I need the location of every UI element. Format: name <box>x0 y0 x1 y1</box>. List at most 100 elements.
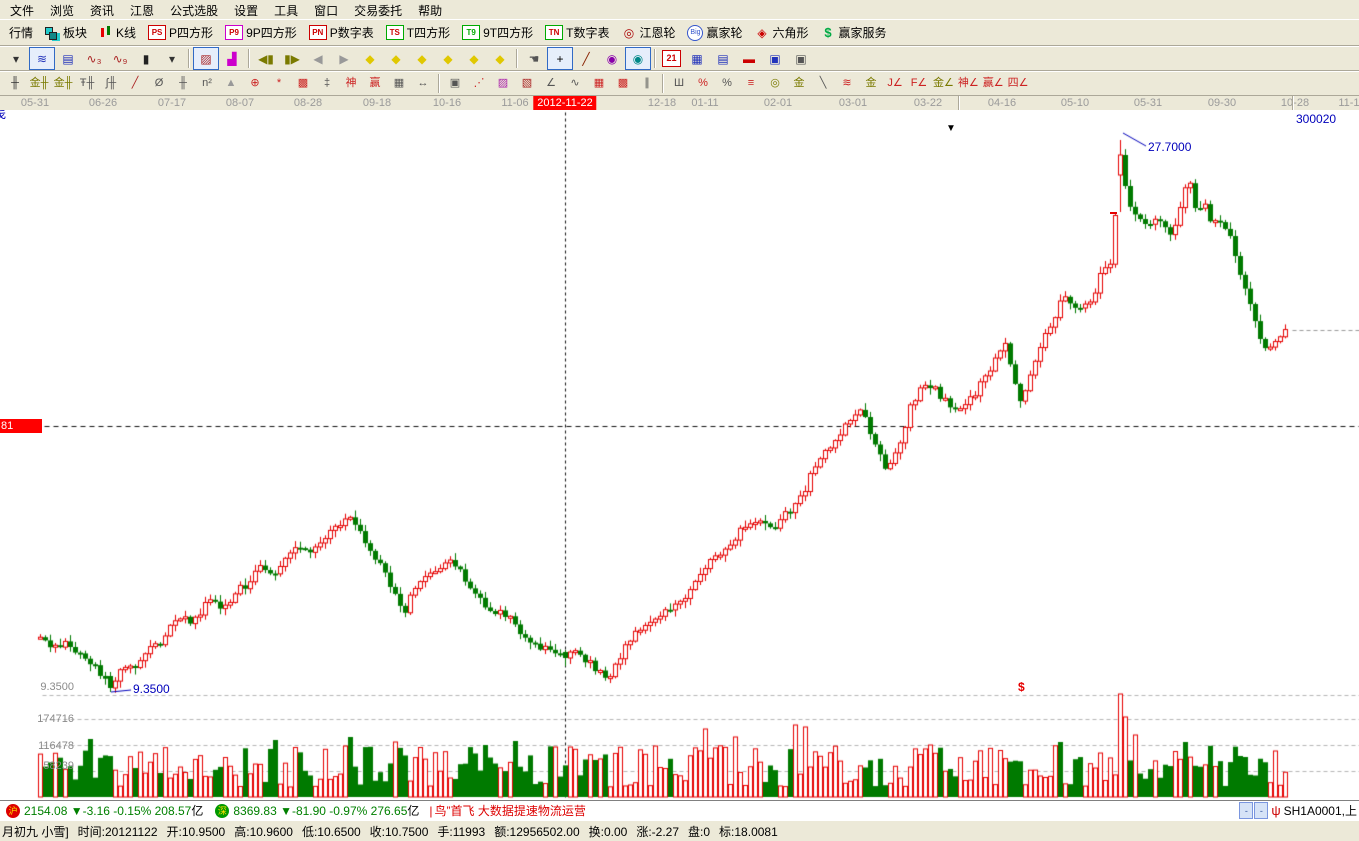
hatch-box-icon[interactable]: ▧ <box>515 72 539 95</box>
wave-3-icon[interactable]: ∿₃ <box>81 47 107 70</box>
calculator-icon[interactable]: ▦ <box>684 47 710 70</box>
square-net-icon[interactable]: ▩ <box>291 72 315 95</box>
percent-icon[interactable]: % <box>715 72 739 95</box>
prev-page-icon[interactable]: ◀ <box>305 47 331 70</box>
width-measure-icon[interactable]: ↔ <box>411 72 435 95</box>
net-box-icon[interactable]: ▩ <box>611 72 635 95</box>
gold-grid2-icon[interactable]: 金╫ <box>51 72 75 95</box>
spin-right-button[interactable]: - <box>1254 802 1268 819</box>
gold-angle2-icon[interactable]: 金∠ <box>931 72 956 95</box>
menu-formula-stockpick[interactable]: 公式选股 <box>162 1 226 20</box>
gann-grid-icon[interactable]: ╫ <box>3 72 27 95</box>
ruler-grid-icon[interactable]: ╫ <box>171 72 195 95</box>
menu-file[interactable]: 文件 <box>2 1 42 20</box>
angle-line-icon[interactable]: ∠ <box>539 72 563 95</box>
toolbar-item-winner-wheel[interactable]: Big 赢家轮 <box>682 22 747 43</box>
gold-angle-icon[interactable]: 金 <box>859 72 883 95</box>
first-page-icon[interactable]: ◀▮ <box>253 47 279 70</box>
j-angle-icon[interactable]: J∠ <box>883 72 907 95</box>
shaded-box-icon[interactable]: ▨ <box>491 72 515 95</box>
gann-flower-icon[interactable]: ◉ <box>599 47 625 70</box>
candle-type-dropdown-icon[interactable]: ▾ <box>159 47 185 70</box>
save-icon[interactable]: ▬ <box>736 47 762 70</box>
wave-band-icon[interactable]: ≋ <box>835 72 859 95</box>
gold-grid-icon[interactable]: 金╫ <box>27 72 51 95</box>
win-tool-icon[interactable]: 赢 <box>363 72 387 95</box>
low-price-annotation: 9.3500 <box>133 682 170 696</box>
candle-type-icon[interactable]: ▮ <box>133 47 159 70</box>
double-tick-icon[interactable]: ‡ <box>315 72 339 95</box>
volume-histogram-icon[interactable]: ▟ <box>219 47 245 70</box>
toolbar-item-9t-square[interactable]: T9 9T四方形 <box>457 22 538 43</box>
workstation-icon[interactable]: ▣ <box>788 47 814 70</box>
spiral-grid-icon[interactable]: ʃ╫ <box>99 72 123 95</box>
brush-icon[interactable]: ╱ <box>123 72 147 95</box>
star-ray-icon[interactable]: * <box>267 72 291 95</box>
levels-icon[interactable]: ≡ <box>739 72 763 95</box>
ray-fan-icon[interactable]: ⋰ <box>467 72 491 95</box>
menu-browse[interactable]: 浏览 <box>42 1 82 20</box>
toolbar-item-t-square[interactable]: TS T四方形 <box>381 22 455 43</box>
gann-diamond-h-icon[interactable]: ◆ <box>409 47 435 70</box>
date-tick-label: 10-28 <box>1281 97 1309 109</box>
next-page-icon[interactable]: ▶ <box>331 47 357 70</box>
menu-trade-order[interactable]: 交易委托 <box>346 1 410 20</box>
gold-line-icon[interactable]: 金 <box>787 72 811 95</box>
toolbar-item-hexagon[interactable]: ◈ 六角形 <box>750 22 814 43</box>
gold-circle-icon[interactable]: ◎ <box>763 72 787 95</box>
toolbar-item-9p-square[interactable]: P9 9P四方形 <box>220 22 302 43</box>
info-panel-icon[interactable]: ▤ <box>55 47 81 70</box>
table-123-icon[interactable]: ▦ <box>387 72 411 95</box>
wave-line-icon[interactable]: ∿ <box>563 72 587 95</box>
crosshair-tool-icon[interactable]: + <box>547 47 573 70</box>
menu-news[interactable]: 资讯 <box>82 1 122 20</box>
angle-mirror-icon[interactable]: ▲ <box>219 72 243 95</box>
candlestick-chart-canvas[interactable] <box>0 110 1359 800</box>
gann-diamond-x-icon[interactable]: ◆ <box>435 47 461 70</box>
toolbar-item-kline[interactable]: K线 <box>94 22 141 43</box>
menu-tools[interactable]: 工具 <box>266 1 306 20</box>
toolbar-item-blocks[interactable]: 板块 <box>40 22 92 43</box>
gann-diamond-left-icon[interactable]: ◆ <box>357 47 383 70</box>
box-tool-icon[interactable]: ▣ <box>443 72 467 95</box>
marker-icon[interactable]: ╲ <box>811 72 835 95</box>
circle-cross-icon[interactable]: ⊕ <box>243 72 267 95</box>
shen-tool-icon[interactable]: 神 <box>339 72 363 95</box>
square-number-icon[interactable]: n² <box>195 72 219 95</box>
spin-left-button[interactable]: - <box>1239 802 1253 819</box>
calendar-icon[interactable]: 21 <box>662 50 681 67</box>
toolbar-item-t-table[interactable]: TN T数字表 <box>540 22 614 43</box>
wave-9-icon[interactable]: ∿₉ <box>107 47 133 70</box>
circle-cal-icon[interactable]: Ø <box>147 72 171 95</box>
parallel-lines-icon[interactable]: ∥ <box>635 72 659 95</box>
scale-icon[interactable]: Ш <box>667 72 691 95</box>
gann-diamond-plus-icon[interactable]: ◆ <box>461 47 487 70</box>
angle-draw-icon[interactable]: ╱ <box>573 47 599 70</box>
gann-pattern-icon[interactable]: ▨ <box>193 47 219 70</box>
toolbar-item-p-table[interactable]: PN P数字表 <box>304 22 379 43</box>
toolbar-item-quotes[interactable]: 行情 <box>4 22 38 43</box>
memo-icon[interactable]: ▤ <box>710 47 736 70</box>
menu-help[interactable]: 帮助 <box>410 1 450 20</box>
gann-diamond-star-icon[interactable]: ◆ <box>487 47 513 70</box>
smart-brain-icon[interactable]: ◉ <box>625 47 651 70</box>
hand-tool-icon[interactable]: ☚ <box>521 47 547 70</box>
toolbar-item-winner-service[interactable]: $ 赢家服务 <box>816 22 892 43</box>
shen-angle-icon[interactable]: 神∠ <box>956 72 981 95</box>
dropdown-arrow-icon[interactable]: ▾ <box>3 47 29 70</box>
f-angle-icon[interactable]: F∠ <box>907 72 931 95</box>
wave-overlay-icon[interactable]: ≋ <box>29 47 55 70</box>
last-page-icon[interactable]: ▮▶ <box>279 47 305 70</box>
screenshot-icon[interactable]: ▣ <box>762 47 788 70</box>
four-angle-icon[interactable]: 四∠ <box>1006 72 1031 95</box>
toolbar-item-gann-wheel[interactable]: ◎ 江恩轮 <box>616 22 680 43</box>
menu-gann[interactable]: 江恩 <box>122 1 162 20</box>
grid-box-icon[interactable]: ▦ <box>587 72 611 95</box>
win-angle-icon[interactable]: 赢∠ <box>981 72 1006 95</box>
menu-window[interactable]: 窗口 <box>306 1 346 20</box>
gann-diamond-right-icon[interactable]: ◆ <box>383 47 409 70</box>
t-grid-icon[interactable]: Ŧ╫ <box>75 72 99 95</box>
percent2-icon[interactable]: % <box>691 72 715 95</box>
menu-settings[interactable]: 设置 <box>226 1 266 20</box>
toolbar-item-p-square[interactable]: PS P四方形 <box>143 22 218 43</box>
